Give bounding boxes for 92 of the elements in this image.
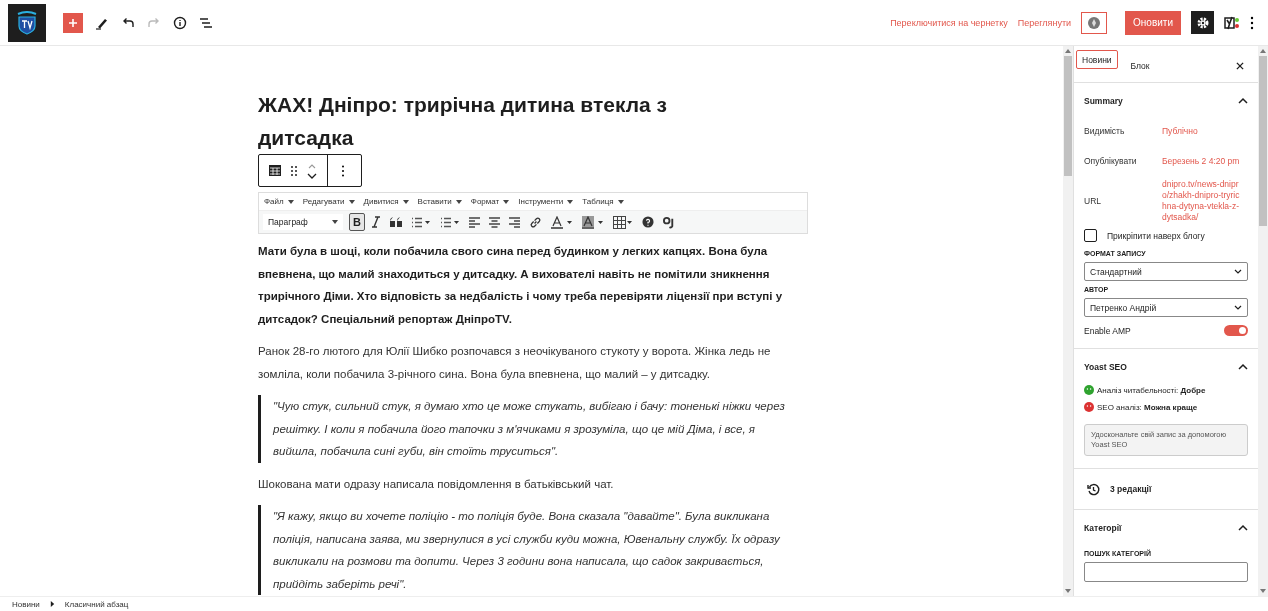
search-field[interactable]	[1084, 562, 1248, 582]
special-character-icon	[663, 215, 676, 229]
more-options-icon[interactable]	[341, 164, 345, 177]
post-title[interactable]: ЖАХ! Дніпро: трирічна дитина втекла з дитсадка	[258, 88, 758, 154]
analysis-result: Аналіз читабельності: Добре	[1097, 385, 1206, 395]
scroll-down-icon[interactable]	[1065, 589, 1071, 593]
site-logo[interactable]	[8, 3, 46, 42]
editor-menu[interactable]: Вставити	[417, 197, 462, 206]
highlight-color-icon	[582, 215, 604, 229]
field-label: Опублікувати	[1084, 156, 1138, 166]
panel-title[interactable]: Summary	[1084, 96, 1123, 106]
more-options-icon[interactable]	[1250, 15, 1254, 30]
editor-menu[interactable]: Інструменти	[518, 197, 574, 206]
sidebar-tab[interactable]: Блок	[1119, 50, 1161, 82]
revisions-link[interactable]: 3 редакції	[1110, 484, 1152, 494]
analysis-result: SEO аналіз: Можна краще	[1097, 402, 1198, 412]
preview-button[interactable]	[1081, 11, 1108, 34]
panel-title[interactable]: Yoast SEO	[1084, 362, 1127, 372]
format-select[interactable]: Параграф	[263, 214, 343, 230]
caret-icon	[455, 199, 462, 204]
sidebar-tab[interactable]: Новини	[1076, 50, 1118, 69]
quote: "Я кажу, якщо ви хочете поліцію - то поліція буде. Вона сказала "давайте". Була викликана поліція, написана заява, ми звернулися в усі служби куди можна, Ювенальну службу. Їх одразу викликали на розмови та допити. Через 3 години вона написала, що садок закривається, прийдіть заберіть речі".	[258, 505, 793, 595]
align-center-icon	[489, 216, 500, 228]
header-link[interactable]: Переключитися на чернетку	[890, 17, 1008, 28]
quote: "Чую стук, сильний стук, я думаю хто це може стукать, вибігаю і бачу: тоненькі ніжки через решітку. І коли я побачила його тапочки з м'ячиками я зрозуміла, що це мій Діма, і все, я вийшла, побачила сині губи, він стоїть труситься".	[258, 395, 793, 463]
info-icon[interactable]	[173, 15, 187, 30]
editor-menu[interactable]: Дивитися	[363, 197, 409, 206]
toggle-switch[interactable]	[1224, 325, 1248, 336]
history-icon	[1087, 482, 1100, 496]
collapse-icon[interactable]	[1238, 363, 1248, 370]
collapse-icon[interactable]	[1238, 97, 1248, 104]
caret-icon	[503, 199, 510, 204]
numbered-list-icon	[440, 216, 460, 228]
breadcrumb-item[interactable]: Новини	[12, 599, 40, 609]
field-value-link[interactable]: dnipro.tv/news-dnipro/zhakh-dnipro-tryrichna-dytyna-vtekla-z-dytsadka/	[1162, 179, 1242, 223]
field-value-link[interactable]: Березень 2 4:20 pm	[1162, 155, 1242, 167]
text-color-icon	[551, 215, 573, 229]
bullet-list-icon	[411, 216, 431, 228]
caret-icon	[402, 199, 409, 204]
scrollbar-thumb[interactable]	[1064, 56, 1072, 176]
close-icon	[1236, 62, 1244, 70]
collapse-icon[interactable]	[1238, 524, 1248, 531]
scroll-up-icon[interactable]	[1260, 49, 1266, 53]
plus-icon	[68, 17, 78, 28]
scroll-up-icon[interactable]	[1065, 49, 1071, 53]
header-link[interactable]: Переглянути	[1017, 17, 1072, 28]
panel-title[interactable]: Категорії	[1084, 523, 1122, 533]
table-icon	[613, 215, 633, 229]
drag-handle-icon[interactable]	[290, 164, 298, 177]
table-icon[interactable]	[269, 165, 281, 176]
chevron-icon	[49, 601, 55, 607]
compass-icon	[1088, 16, 1101, 29]
undo-icon[interactable]	[121, 15, 135, 30]
editor-menu[interactable]: Формат	[470, 197, 510, 206]
caret-icon	[567, 199, 574, 204]
italic-icon	[371, 216, 381, 228]
checkbox[interactable]	[1084, 229, 1097, 242]
caret-icon	[287, 199, 294, 204]
scroll-down-icon[interactable]	[1260, 589, 1266, 593]
caret-icon	[617, 199, 624, 204]
select-field[interactable]: Петренко Андрій	[1084, 298, 1248, 317]
paragraph: Ранок 28-го лютого для Юлії Шибко розпочався з неочікуваного стукоту у ворота. Жінка ледь не зомліла, коли побачила 3-річного сина. Вона була впевнена, що малий – у дитсадку.	[258, 344, 772, 382]
editor-menu[interactable]: Редагувати	[302, 197, 355, 206]
align-right-icon	[509, 216, 520, 228]
bold-button[interactable]: B	[349, 213, 365, 231]
lead-paragraph: Мати була в шоці, коли побачила свого сина перед будинком у легких капцях. Вона була впевнена, що малий знаходиться у дитсадку. А вихователі навіть не помітили зникнення трирічного Діми. Хто відповість за недбалість і чому треба перевіряти ліцензії при вступі у дитсадок? Спеціальний репортаж ДніпроTV.	[258, 244, 784, 327]
gear-icon	[1196, 16, 1209, 29]
help-icon	[642, 216, 654, 228]
field-label: Видимість	[1084, 126, 1126, 136]
add-block-button[interactable]	[63, 12, 83, 33]
link-icon	[529, 215, 542, 229]
editor-menu[interactable]: Файл	[264, 197, 294, 206]
yoast-icon[interactable]	[1224, 15, 1240, 30]
field-value-link[interactable]: Публічно	[1162, 125, 1242, 137]
paragraph: Шокована мати одразу написала повідомлення в батьківський чат.	[258, 476, 615, 492]
outline-icon[interactable]	[199, 15, 213, 30]
select-field[interactable]: Стандартний	[1084, 262, 1248, 281]
field-label: URL	[1084, 196, 1102, 206]
align-left-icon	[469, 216, 480, 228]
chevron-down-icon	[1234, 305, 1242, 310]
editor-menu[interactable]: Таблиця	[582, 197, 624, 206]
checkbox-label: Прикріпити наверх блогу	[1107, 230, 1205, 241]
caret-icon	[332, 220, 338, 224]
chevron-down-icon	[1234, 269, 1242, 274]
scrollbar-thumb[interactable]	[1259, 56, 1267, 226]
settings-button[interactable]	[1191, 11, 1214, 34]
toggle-label: Enable AMP	[1084, 325, 1131, 336]
update-button[interactable]: Оновити	[1125, 10, 1181, 35]
caret-icon	[348, 199, 355, 204]
quote-icon	[390, 217, 402, 227]
breadcrumb-item[interactable]: Класичний абзац	[64, 599, 129, 609]
shield-logo-icon	[16, 10, 38, 35]
